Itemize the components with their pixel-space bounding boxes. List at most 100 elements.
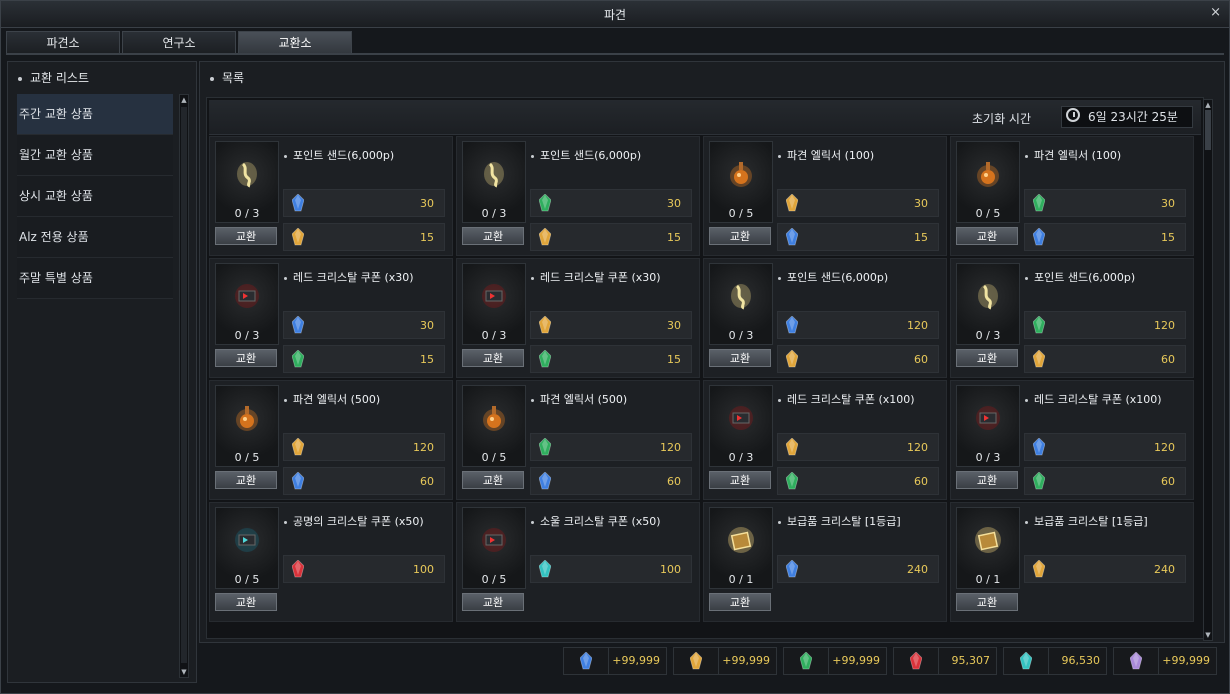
item-cost: 30 (1024, 189, 1186, 217)
item-icon-box: 0 / 3 (956, 385, 1020, 467)
item-cell: 0 / 5 교환 소울 크리스탈 쿠폰 (x50) 100 (456, 502, 700, 622)
item-name: 포인트 샌드(6,000p) (778, 269, 888, 285)
item-icon-box: 0 / 3 (462, 263, 526, 345)
bullet-icon (531, 276, 534, 280)
item-limit-count: 0 / 3 (481, 207, 507, 220)
blue-gem-icon (1032, 227, 1046, 246)
item-cost: 15 (283, 223, 445, 251)
exchange-button[interactable]: 교환 (956, 593, 1018, 611)
gold-gem-icon (785, 193, 799, 212)
exchange-button[interactable]: 교환 (709, 349, 771, 367)
tab-exchange[interactable]: 교환소 (238, 31, 352, 53)
cost-value: 60 (420, 475, 434, 488)
item-cell: 0 / 1 교환 보급품 크리스탈 [1등급] 240 (950, 502, 1194, 622)
category-weekly[interactable]: 주간 교환 상품 (17, 94, 173, 135)
blue-gem-icon (291, 471, 305, 490)
gold-gem-icon (291, 227, 305, 246)
exchange-button[interactable]: 교환 (709, 227, 771, 245)
currency-value: 95,307 (951, 654, 991, 667)
blue-gem-icon (291, 193, 305, 212)
item-icon-box: 0 / 3 (709, 263, 773, 345)
scroll-down-icon[interactable]: ▼ (180, 667, 188, 677)
item-grid: 초기화 시간 6일 23시간 25분 0 / 3 교환 포인트 샌드(6,000p)… (206, 97, 1204, 639)
scroll-down-icon[interactable]: ▼ (1204, 630, 1212, 640)
category-alz[interactable]: Alz 전용 상품 (17, 217, 173, 258)
item-name: 파견 엘릭서 (100) (1025, 147, 1121, 163)
scroll-thumb[interactable] (1205, 110, 1211, 150)
exchange-button[interactable]: 교환 (215, 471, 277, 489)
scroll-up-icon[interactable]: ▲ (1204, 100, 1212, 110)
item-cell: 0 / 5 교환 파견 엘릭서 (500) 120 60 (209, 380, 453, 500)
category-monthly[interactable]: 월간 교환 상품 (17, 135, 173, 176)
item-limit-count: 0 / 3 (481, 329, 507, 342)
item-limit-count: 0 / 3 (234, 207, 260, 220)
blue-gem-icon (538, 471, 552, 490)
reset-time-value: 6일 23시간 25분 (1088, 110, 1178, 124)
bullet-icon (531, 154, 534, 158)
chest-icon (975, 524, 1001, 554)
item-cell: 0 / 3 교환 포인트 샌드(6,000p) 30 15 (209, 136, 453, 256)
item-name: 포인트 샌드(6,000p) (1025, 269, 1135, 285)
reset-timer-bar: 초기화 시간 6일 23시간 25분 (209, 100, 1201, 135)
bullet-icon (778, 398, 781, 402)
cost-value: 15 (420, 231, 434, 244)
item-name: 레드 크리스탈 쿠폰 (x30) (531, 269, 661, 285)
clock-icon (1066, 108, 1080, 122)
exchange-button[interactable]: 교환 (462, 349, 524, 367)
item-name: 소울 크리스탈 쿠폰 (x50) (531, 513, 661, 529)
tab-research[interactable]: 연구소 (122, 31, 236, 53)
item-cost: 60 (1024, 345, 1186, 373)
item-cost: 60 (530, 467, 692, 495)
item-icon-box: 0 / 5 (215, 385, 279, 467)
cost-value: 15 (914, 231, 928, 244)
item-cost: 120 (1024, 311, 1186, 339)
item-list-heading-text: 목록 (222, 71, 245, 85)
bullet-icon (1025, 520, 1028, 524)
tab-dispatch[interactable]: 파견소 (6, 31, 120, 53)
blue-gem-icon (785, 227, 799, 246)
exchange-list-heading: 교환 리스트 (18, 69, 89, 86)
exchange-button[interactable]: 교환 (956, 471, 1018, 489)
reset-time-label: 초기화 시간 (971, 112, 1031, 126)
exchange-button[interactable]: 교환 (462, 593, 524, 611)
item-cell: 0 / 3 교환 레드 크리스탈 쿠폰 (x30) 30 15 (209, 258, 453, 378)
category-permanent[interactable]: 상시 교환 상품 (17, 176, 173, 217)
exchange-button[interactable]: 교환 (709, 593, 771, 611)
currency-teal: 96,530 (1003, 647, 1107, 675)
item-cell: 0 / 5 교환 공명의 크리스탈 쿠폰 (x50) 100 (209, 502, 453, 622)
currency-icon-box (1004, 648, 1049, 674)
currency-value: +99,999 (612, 654, 660, 667)
exchange-button[interactable]: 교환 (215, 349, 277, 367)
item-name: 파견 엘릭서 (500) (531, 391, 627, 407)
item-limit-count: 0 / 3 (975, 451, 1001, 464)
item-scrollbar[interactable]: ▲ ▼ (1203, 99, 1213, 641)
exchange-button[interactable]: 교환 (709, 471, 771, 489)
close-icon[interactable]: × (1210, 5, 1221, 20)
coupon-teal-icon (234, 524, 260, 554)
scroll-thumb[interactable] (181, 107, 187, 663)
exchange-button[interactable]: 교환 (215, 227, 277, 245)
gold-gem-icon (538, 227, 552, 246)
exchange-button[interactable]: 교환 (956, 349, 1018, 367)
teal-gem-icon (1019, 651, 1033, 670)
coupon-red-icon (481, 280, 507, 310)
category-scrollbar[interactable]: ▲ ▼ (179, 94, 189, 678)
exchange-list-panel: 교환 리스트 주간 교환 상품 월간 교환 상품 상시 교환 상품 Alz 전용… (7, 61, 197, 683)
gold-gem-icon (785, 437, 799, 456)
item-limit-count: 0 / 5 (481, 573, 507, 586)
gold-gem-icon (291, 437, 305, 456)
scroll-up-icon[interactable]: ▲ (180, 95, 188, 105)
category-weekend[interactable]: 주말 특별 상품 (17, 258, 173, 299)
item-limit-count: 0 / 1 (728, 573, 754, 586)
exchange-button[interactable]: 교환 (956, 227, 1018, 245)
currency-icon-box (564, 648, 609, 674)
exchange-button[interactable]: 교환 (462, 471, 524, 489)
blue-gem-icon (1032, 437, 1046, 456)
exchange-button[interactable]: 교환 (215, 593, 277, 611)
currency-purple: +99,999 (1113, 647, 1217, 675)
gold-gem-icon (538, 315, 552, 334)
exchange-button[interactable]: 교환 (462, 227, 524, 245)
item-limit-count: 0 / 3 (728, 329, 754, 342)
green-gem-icon (1032, 471, 1046, 490)
title-bar[interactable]: 파견 × (1, 1, 1229, 28)
